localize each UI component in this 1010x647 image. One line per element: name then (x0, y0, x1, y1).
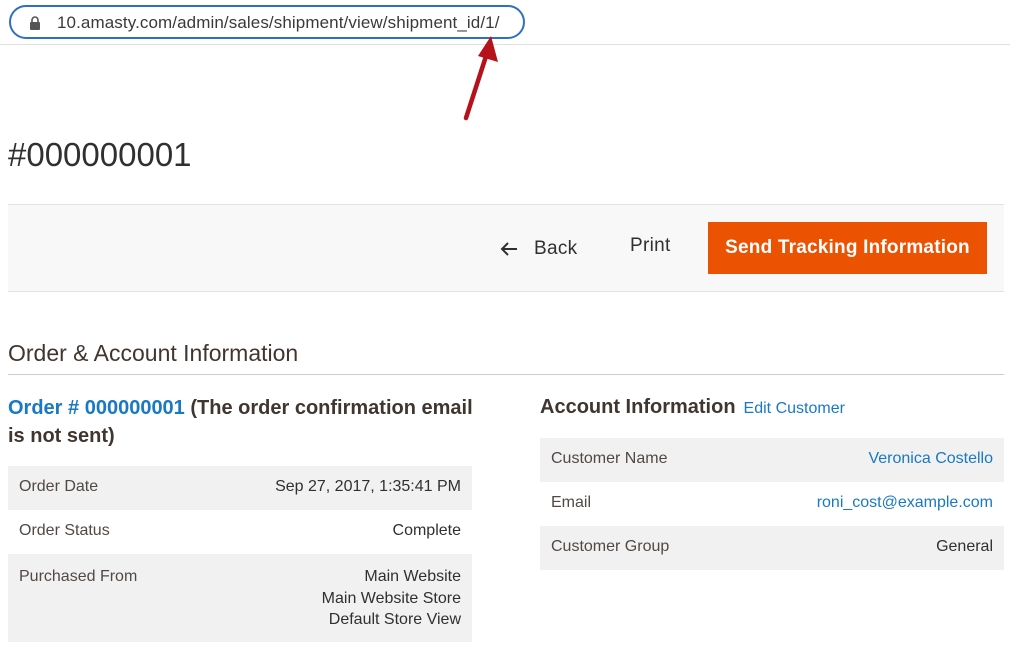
url-field[interactable]: 10.amasty.com/admin/sales/shipment/view/… (9, 5, 525, 39)
customer-group-value: General (936, 538, 993, 555)
print-button[interactable]: Print (630, 235, 671, 257)
purchased-from-value: Main Website Main Website Store Default … (195, 554, 472, 642)
back-button-label: Back (534, 238, 578, 259)
order-date-value: Sep 27, 2017, 1:35:41 PM (275, 478, 461, 495)
account-info-table: Customer Name Veronica Costello Email ro… (540, 438, 1004, 570)
section-title: Order & Account Information (8, 340, 299, 366)
order-status-label: Order Status (19, 522, 110, 539)
customer-name-label: Customer Name (551, 450, 668, 467)
annotation-arrow-icon (463, 36, 498, 121)
page-actions-toolbar: Back Print Send Tracking Information (8, 204, 1004, 292)
customer-group-label: Customer Group (551, 538, 670, 555)
back-button[interactable]: Back (500, 235, 577, 263)
table-row: Customer Group General (540, 526, 1004, 570)
order-status-value: Complete (392, 522, 461, 539)
order-number-link[interactable]: Order # 000000001 (8, 397, 185, 419)
store-view-name: Default Store View (328, 611, 461, 628)
send-tracking-information-button[interactable]: Send Tracking Information (708, 222, 987, 274)
email-label: Email (551, 494, 592, 511)
lock-icon (30, 16, 40, 30)
store-name: Main Website Store (321, 589, 461, 607)
purchased-from-label: Purchased From (19, 568, 138, 585)
table-row: Customer Name Veronica Costello (540, 438, 1004, 482)
order-heading: Order # 000000001 (The order confirmatio… (8, 394, 478, 450)
url-text: 10.amasty.com/admin/sales/shipment/view/… (57, 13, 500, 32)
customer-name-link[interactable]: Veronica Costello (868, 450, 993, 467)
edit-customer-link[interactable]: Edit Customer (744, 400, 845, 417)
page-title: #000000001 (8, 136, 192, 173)
account-heading-label: Account Information (540, 396, 736, 418)
table-row: Order Date Sep 27, 2017, 1:35:41 PM (8, 466, 472, 510)
email-link[interactable]: roni_cost@example.com (817, 494, 993, 511)
website-name: Main Website (364, 568, 461, 585)
order-info-table: Order Date Sep 27, 2017, 1:35:41 PM Orde… (8, 466, 472, 642)
order-date-label: Order Date (19, 478, 99, 495)
account-heading: Account Information Edit Customer (540, 396, 845, 419)
section-divider (8, 374, 1004, 375)
table-row: Purchased From Main Website Main Website… (8, 554, 472, 642)
arrow-left-icon (500, 242, 517, 256)
table-row: Order Status Complete (8, 510, 472, 554)
table-row: Email roni_cost@example.com (540, 482, 1004, 526)
